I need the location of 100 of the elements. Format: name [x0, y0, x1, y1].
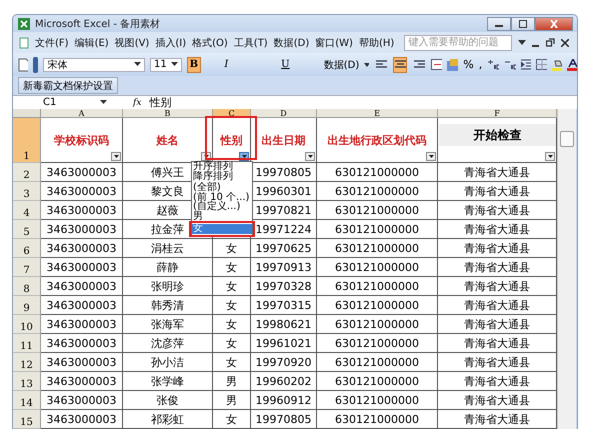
name-box[interactable]: C1	[13, 97, 113, 108]
table-cell: 男	[226, 392, 237, 408]
data-menu[interactable]: 数据(D)	[324, 58, 360, 72]
row-header[interactable]: 11	[13, 334, 41, 353]
menu-item[interactable]: 帮助(H)	[358, 36, 394, 50]
table-cell: 青海省大通县	[464, 240, 530, 256]
table-cell: 女	[226, 298, 237, 312]
table-cell: 青海省大通县	[464, 316, 530, 332]
table-cell: 630121000000	[335, 166, 419, 178]
menu-item[interactable]: 编辑(E)	[74, 36, 109, 50]
table-cell: 张海军	[151, 316, 184, 332]
row-header[interactable]: 7	[13, 258, 41, 277]
table-cell: 19970328	[256, 280, 312, 292]
table-cell: 男	[226, 374, 237, 388]
formula-field[interactable]: 性别	[149, 95, 172, 110]
table-cell: 黎文良	[151, 184, 184, 198]
row-header[interactable]: 8	[13, 277, 41, 296]
menu-item[interactable]: 插入(I)	[155, 36, 186, 50]
header-cell: 姓名	[156, 132, 178, 148]
menu-item[interactable]: 窗口(W)	[315, 36, 353, 50]
table-cell: 3463000003	[46, 280, 116, 292]
table-cell: 赵薇	[156, 202, 178, 218]
column-header[interactable]: E	[317, 109, 438, 118]
table-cell: 630121000000	[335, 242, 419, 254]
table-cell: 青海省大通县	[464, 184, 530, 198]
column-header[interactable]: D	[251, 109, 317, 118]
row-header[interactable]: 14	[13, 391, 41, 410]
row-header[interactable]: 12	[13, 353, 41, 372]
row-header[interactable]: 3	[13, 182, 41, 201]
filter-option[interactable]: (自定义...)	[192, 202, 252, 212]
table-cell: 张学峰	[151, 374, 184, 388]
help-search-field[interactable]: 键入需要帮助的问题	[404, 34, 512, 50]
table-cell: 3463000003	[46, 222, 116, 236]
row-header[interactable]: 9	[13, 296, 41, 315]
table-cell: 3463000003	[46, 204, 116, 216]
row-header[interactable]: 5	[13, 220, 41, 239]
table-cell: 涓桂云	[151, 240, 184, 256]
row-header[interactable]: 15	[13, 410, 41, 429]
table-cell: 拉金萍	[151, 222, 184, 236]
table-cell: 青海省大通县	[464, 374, 530, 388]
table-cell: 3463000003	[46, 242, 116, 254]
table-cell: 女	[226, 278, 237, 294]
filter-option[interactable]: (全部)	[192, 183, 252, 192]
table-cell: 3463000003	[46, 260, 116, 274]
filter-option[interactable]: 女	[192, 224, 252, 234]
table-cell: 张俊	[156, 392, 178, 408]
table-cell: 3463000003	[46, 318, 116, 330]
table-cell: 19970805	[256, 166, 312, 178]
check-button[interactable]: 开始检查	[439, 124, 556, 146]
table-cell: 青海省大通县	[464, 354, 530, 370]
column-header[interactable]: B	[123, 109, 213, 118]
table-cell: 630121000000	[335, 374, 419, 388]
table-cell: 19960301	[256, 184, 312, 198]
filter-option[interactable]: 降序排列	[192, 172, 252, 181]
menu-item[interactable]: 格式(O)	[192, 36, 228, 50]
table-cell: 630121000000	[335, 356, 419, 368]
table-cell: 630121000000	[335, 394, 419, 406]
header-cell: 出生地行政区划代码	[328, 132, 426, 148]
table-cell: 女	[226, 336, 237, 350]
table-cell: 女	[226, 240, 237, 256]
protection-settings-button[interactable]: 新毒霸文档保护设置	[18, 77, 118, 94]
filter-option[interactable]: 升序排列	[192, 162, 252, 172]
font-size-field[interactable]: 11	[150, 58, 182, 72]
filter-option[interactable]: (前 10 个...)	[192, 192, 252, 202]
row-header[interactable]: 13	[13, 372, 41, 391]
table-cell: 3463000003	[46, 184, 116, 198]
column-header[interactable]: F	[438, 109, 557, 118]
function-label[interactable]: fx	[133, 98, 142, 108]
table-cell: 青海省大通县	[464, 336, 530, 350]
percent-button[interactable]: %	[463, 58, 474, 71]
window-title: Microsoft Excel - 备用素材	[35, 18, 160, 30]
menu-item[interactable]: 文件(F)	[35, 36, 69, 50]
row-header[interactable]: 4	[13, 201, 41, 220]
filter-option[interactable]: 男	[192, 212, 252, 221]
table-cell: 薛静	[156, 260, 178, 274]
format-button[interactable]: U	[252, 58, 319, 72]
table-cell: 3463000003	[46, 412, 116, 426]
menu-item[interactable]: 数据(D)	[274, 36, 310, 50]
row-header[interactable]: 1	[13, 118, 41, 163]
table-cell: 19961021	[256, 336, 312, 350]
table-cell: 630121000000	[335, 222, 419, 236]
column-header[interactable]: A	[41, 109, 123, 118]
table-cell: 孙小洁	[151, 354, 184, 370]
header-cell: 学校标识码	[54, 132, 109, 148]
table-cell: 630121000000	[335, 260, 419, 274]
table-cell: 19971224	[256, 222, 312, 236]
table-cell: 630121000000	[335, 336, 419, 350]
row-header[interactable]: 2	[13, 163, 41, 182]
comma-button[interactable]: ,	[478, 58, 482, 71]
font-field[interactable]: 宋体	[43, 58, 146, 72]
table-cell: 3463000003	[46, 298, 116, 312]
table-cell: 青海省大通县	[464, 202, 530, 218]
format-button[interactable]: B	[186, 56, 201, 72]
table-cell: 女	[226, 354, 237, 370]
table-cell: 女	[226, 260, 237, 274]
menu-item[interactable]: 视图(V)	[114, 36, 150, 50]
row-header[interactable]: 10	[13, 315, 41, 334]
menu-item[interactable]: 工具(T)	[234, 36, 268, 50]
table-cell: 3463000003	[46, 394, 116, 406]
row-header[interactable]: 6	[13, 239, 41, 258]
